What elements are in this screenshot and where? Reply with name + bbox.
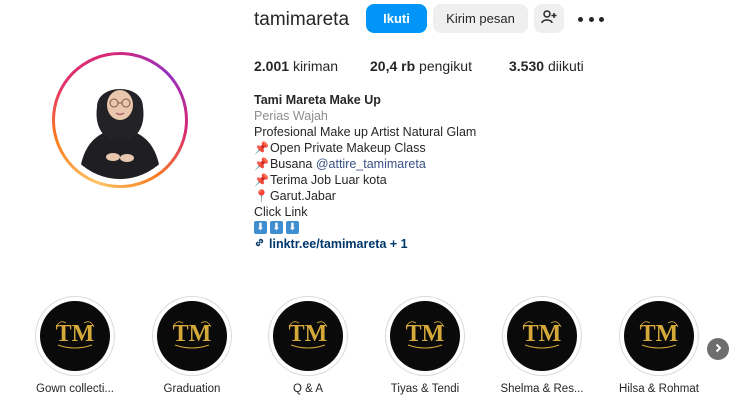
highlight-item[interactable]: TM Tiyas & Tendi (381, 296, 469, 395)
svg-text:TM: TM (640, 321, 679, 347)
chevron-right-icon (713, 340, 723, 358)
followers-value: 20,4 rb (370, 58, 416, 74)
highlight-cover-ring: TM (502, 296, 582, 376)
tm-logo-icon: TM (55, 321, 95, 349)
highlight-item[interactable]: TM Shelma & Res... (498, 296, 586, 395)
svg-text:TM: TM (56, 321, 95, 347)
tm-logo-icon: TM (522, 321, 562, 349)
username: tamimareta (254, 9, 350, 30)
bio-line: 📍Garut.Jabar (254, 189, 336, 203)
bio-line: 📌Busana @attire_tamimareta (254, 157, 426, 171)
follow-button[interactable]: Ikuti (366, 4, 427, 33)
highlight-cover: TM (273, 301, 343, 371)
bio-line: Click Link (254, 205, 308, 219)
location-pin-icon: 📍 (254, 189, 269, 203)
highlight-cover: TM (157, 301, 227, 371)
suggest-button[interactable] (534, 4, 564, 33)
down-arrow-icon: ⬇ (286, 221, 299, 234)
avatar-photo (61, 61, 179, 179)
followers-label: pengikut (419, 58, 472, 74)
highlight-item[interactable]: TM Hilsa & Rohmat (615, 296, 703, 395)
highlight-label: Tiyas & Tendi (390, 383, 460, 395)
bio-line: 📌Open Private Makeup Class (254, 141, 426, 155)
following-count[interactable]: 3.530 diikuti (509, 58, 584, 74)
profile-avatar[interactable] (52, 52, 188, 188)
highlight-cover-ring: TM (35, 296, 115, 376)
posts-value: 2.001 (254, 58, 290, 74)
highlight-item[interactable]: TM Graduation (148, 296, 236, 395)
followers-count[interactable]: 20,4 rb pengikut (370, 58, 472, 74)
highlight-cover: TM (40, 301, 110, 371)
pin-icon: 📌 (254, 173, 269, 187)
bio: Tami Mareta Make Up Perias Wajah Profesi… (254, 92, 476, 252)
tm-logo-icon: TM (172, 321, 212, 349)
svg-text:TM: TM (173, 321, 212, 347)
following-label: diikuti (547, 58, 584, 74)
arrow-emojis: ⬇ ⬇ ⬇ (254, 221, 476, 234)
highlight-label: Hilsa & Rohmat (619, 383, 699, 395)
more-options-button[interactable] (578, 9, 604, 29)
highlight-label: Shelma & Res... (500, 383, 584, 395)
highlight-item[interactable]: TM Q & A (264, 296, 352, 395)
highlight-item[interactable]: TM Gown collecti... (31, 296, 119, 395)
next-highlights-button[interactable] (707, 338, 729, 360)
bio-line: Profesional Make up Artist Natural Glam (254, 125, 477, 139)
down-arrow-icon: ⬇ (270, 221, 283, 234)
highlight-label: Graduation (163, 383, 221, 395)
highlight-cover-ring: TM (152, 296, 232, 376)
bio-link[interactable]: linktr.ee/tamimareta + 1 (254, 236, 476, 252)
highlight-cover-ring: TM (385, 296, 465, 376)
down-arrow-icon: ⬇ (254, 221, 267, 234)
more-icon (578, 16, 604, 22)
posts-count: 2.001 kiriman (254, 58, 338, 74)
svg-text:TM: TM (406, 321, 445, 347)
highlight-label: Q & A (292, 383, 324, 395)
tm-logo-icon: TM (639, 321, 679, 349)
highlight-label: Gown collecti... (36, 383, 114, 395)
pin-icon: 📌 (254, 141, 269, 155)
pin-icon: 📌 (254, 157, 269, 171)
bio-line: 📌Terima Job Luar kota (254, 173, 387, 187)
avatar-border (55, 55, 185, 185)
display-name: Tami Mareta Make Up (254, 93, 381, 107)
highlight-cover-ring: TM (619, 296, 699, 376)
tm-logo-icon: TM (405, 321, 445, 349)
link-text: linktr.ee/tamimareta + 1 (269, 237, 408, 251)
category-label: Perias Wajah (254, 109, 328, 123)
message-button[interactable]: Kirim pesan (433, 4, 528, 33)
svg-text:TM: TM (523, 321, 562, 347)
highlight-cover: TM (390, 301, 460, 371)
add-person-icon (541, 9, 557, 28)
mention-link[interactable]: @attire_tamimareta (316, 157, 426, 171)
link-icon (254, 236, 265, 252)
following-value: 3.530 (509, 58, 545, 74)
posts-label: kiriman (292, 58, 339, 74)
highlight-cover-ring: TM (268, 296, 348, 376)
highlight-cover: TM (507, 301, 577, 371)
tm-logo-icon: TM (288, 321, 328, 349)
highlight-cover: TM (624, 301, 694, 371)
svg-text:TM: TM (289, 321, 328, 347)
